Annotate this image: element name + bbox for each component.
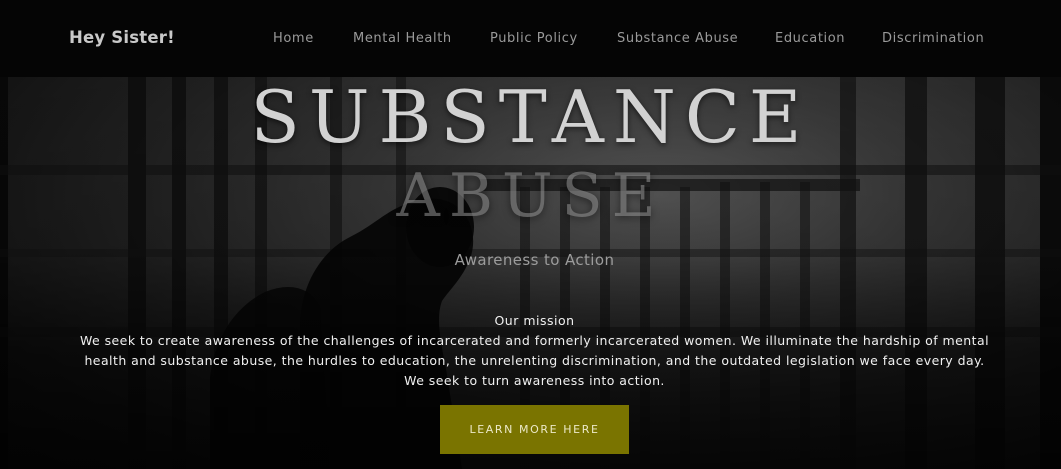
- brand-logo-link[interactable]: Hey Sister!: [69, 28, 175, 47]
- hero-title-line-2: ABUSE: [396, 161, 665, 231]
- nav-link-mental-health[interactable]: Mental Health: [353, 31, 452, 46]
- hero-title-line-1: SUBSTANCE: [250, 77, 811, 159]
- nav-link-home[interactable]: Home: [273, 31, 314, 46]
- learn-more-button[interactable]: LEARN MORE HERE: [440, 405, 629, 454]
- nav-link-substance-abuse[interactable]: Substance Abuse: [617, 31, 738, 46]
- nav-link-public-policy[interactable]: Public Policy: [490, 31, 578, 46]
- nav-link-education[interactable]: Education: [775, 31, 845, 46]
- nav-link-discrimination[interactable]: Discrimination: [882, 31, 984, 46]
- mission-text-line: health and substance abuse, the hurdles …: [84, 353, 985, 368]
- mission-text-line: We seek to turn awareness into action.: [404, 373, 665, 388]
- mission-heading: Our mission: [494, 313, 575, 328]
- hero-subtitle: Awareness to Action: [454, 251, 615, 269]
- hero-section: SUBSTANCE ABUSE Awareness to Action Our …: [0, 77, 1061, 469]
- top-navbar: Hey Sister! Home Mental Health Public Po…: [0, 0, 1061, 77]
- mission-text-line: We seek to create awareness of the chall…: [79, 333, 990, 348]
